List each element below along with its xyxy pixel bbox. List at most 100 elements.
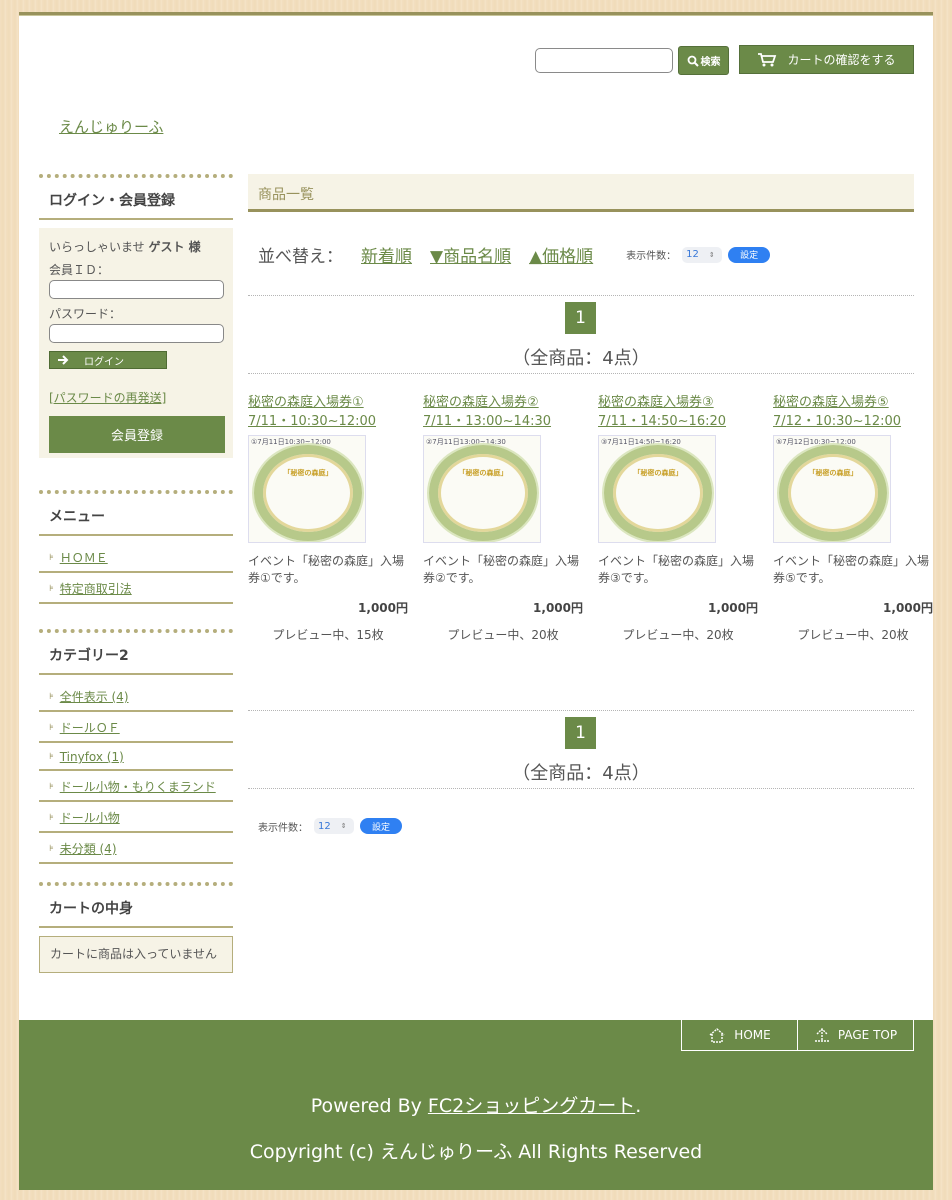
product-description: イベント「秘密の森庭」入場券①です。	[248, 554, 405, 585]
items-per-page-value: 12	[318, 820, 331, 832]
total-count: （全商品：4点）	[512, 348, 650, 369]
items-per-page-select[interactable]: 12 ⇕	[314, 818, 354, 834]
product-price: 1,000円	[883, 601, 933, 615]
footer-home-button[interactable]: HOME	[681, 1020, 798, 1051]
search-button[interactable]: 検索	[678, 46, 729, 75]
welcome-user: ゲスト 様	[148, 240, 201, 254]
items-per-page-control: 表示件数： 12 ⇕ 設定	[258, 818, 402, 834]
product-list-section: 商品一覧 並べ替え： 新着順 ▼商品名順 ▲価格順 表示件数： 12 ⇕ 設定 …	[248, 174, 933, 834]
site-title-link[interactable]: えんじゅりーふ	[59, 116, 163, 137]
product-title-link[interactable]: 秘密の森庭入場券③ 7/11・14:50~16:20	[598, 393, 758, 431]
items-per-page-value: 12	[686, 249, 699, 260]
category-item-tinyfox[interactable]: ⊧ Tinyfox (1)	[39, 743, 233, 771]
sort-bar: 並べ替え： 新着順 ▼商品名順 ▲価格順 表示件数： 12 ⇕ 設定	[258, 242, 771, 267]
product-card: 秘密の森庭入場券⑤ 7/12・10:30~12:00 ⑤7月12日10:30~1…	[773, 393, 933, 643]
welcome-prefix: いらっしゃいませ	[49, 240, 145, 254]
category-section: カテゴリー2 ⊧ 全件表示 (4) ⊧ ドールＯＦ ⊧ Tinyfox (1) ⊧ ドー…	[39, 629, 233, 864]
login-section: ログイン・会員登録 いらっしゃいませ ゲスト 様 会員ＩＤ： パスワード： ログ…	[39, 174, 233, 458]
product-description: イベント「秘密の森庭」入場券⑤です。	[773, 554, 930, 585]
top-border-line	[19, 15, 933, 16]
powered-by-text: Powered By FC2ショッピングカート.	[19, 1091, 933, 1118]
bullet-icon: ⊧	[49, 722, 54, 733]
divider	[248, 295, 914, 296]
cart-section: カートの中身 カートに商品は入っていません	[39, 882, 233, 973]
wreath-graphic	[429, 445, 537, 541]
home-icon	[709, 1028, 725, 1043]
login-heading: ログイン・会員登録	[39, 174, 233, 220]
image-text: 「秘密の森庭」	[273, 469, 343, 477]
product-card: 秘密の森庭入場券① 7/11・10:30~12:00 ①7月11日10:30~1…	[248, 393, 408, 643]
product-title-link[interactable]: 秘密の森庭入場券② 7/11・13:00~14:30	[423, 393, 583, 431]
fc2-cart-link[interactable]: FC2ショッピングカート	[428, 1095, 635, 1117]
arrow-up-icon	[814, 1028, 829, 1042]
member-id-field[interactable]	[49, 280, 224, 299]
items-per-page-label: 表示件数：	[626, 251, 677, 262]
wreath-graphic	[779, 445, 887, 541]
search-input[interactable]	[535, 48, 673, 73]
apply-count-button[interactable]: 設定	[360, 818, 402, 834]
category-item-doll-of[interactable]: ⊧ ドールＯＦ	[39, 712, 233, 743]
password-label: パスワード：	[49, 307, 122, 321]
category-item-all[interactable]: ⊧ 全件表示 (4)	[39, 681, 233, 712]
product-title-link[interactable]: 秘密の森庭入場券① 7/11・10:30~12:00	[248, 393, 408, 431]
sort-price-link[interactable]: ▲価格順	[529, 242, 593, 267]
view-cart-button[interactable]: カートの確認をする	[739, 45, 914, 74]
product-image[interactable]: ⑤7月12日10:30~12:00 「秘密の森庭」	[773, 435, 891, 543]
bullet-icon: ⊧	[49, 552, 54, 563]
select-arrows-icon: ⇕	[340, 822, 347, 830]
category-item-uncategorized[interactable]: ⊧ 未分類 (4)	[39, 833, 233, 864]
divider	[248, 788, 914, 789]
divider	[248, 373, 914, 374]
product-price: 1,000円	[358, 601, 408, 615]
page-number[interactable]: 1	[565, 717, 596, 749]
image-text: 「秘密の森庭」	[448, 469, 518, 477]
bullet-icon: ⊧	[49, 691, 54, 702]
image-title: 「秘密の森庭」	[633, 469, 683, 477]
items-per-page-select[interactable]: 12 ⇕	[682, 246, 723, 263]
menu-heading: メニュー	[39, 490, 233, 536]
footer: HOME PAGE TOP Powered By FC2ショッピングカート. C…	[19, 1020, 933, 1190]
product-card: 秘密の森庭入場券② 7/11・13:00~14:30 ②7月11日13:00~1…	[423, 393, 583, 643]
category-item-doll-goods[interactable]: ⊧ ドール小物	[39, 802, 233, 833]
bullet-icon: ⊧	[49, 843, 54, 854]
footer-home-label: HOME	[734, 1028, 771, 1042]
view-cart-label: カートの確認をする	[787, 53, 896, 67]
bullet-icon: ⊧	[49, 781, 54, 792]
arrow-right-icon	[58, 355, 69, 365]
sort-name-link[interactable]: ▼商品名順	[430, 242, 511, 267]
category-list: ⊧ 全件表示 (4) ⊧ ドールＯＦ ⊧ Tinyfox (1) ⊧ ドール小物・もりく…	[39, 681, 233, 864]
welcome-text: いらっしゃいませ ゲスト 様	[49, 238, 223, 255]
sort-newest-link[interactable]: 新着順	[361, 242, 412, 267]
product-description: イベント「秘密の森庭」入場券③です。	[598, 554, 755, 585]
image-title: 「秘密の森庭」	[458, 469, 508, 477]
menu-list: ⊧ ＨＯＭＥ ⊧ 特定商取引法	[39, 542, 233, 604]
category-item-label: ドールＯＦ	[59, 721, 120, 735]
menu-item-home[interactable]: ⊧ ＨＯＭＥ	[39, 542, 233, 573]
menu-item-label: ＨＯＭＥ	[59, 551, 108, 565]
product-image[interactable]: ①7月11日10:30~12:00 「秘密の森庭」	[248, 435, 366, 543]
member-id-label: 会員ＩＤ：	[49, 263, 110, 277]
image-text: 「秘密の森庭」	[798, 469, 868, 477]
footer-pagetop-button[interactable]: PAGE TOP	[797, 1020, 914, 1051]
login-button[interactable]: ログイン	[49, 351, 167, 369]
password-field[interactable]	[49, 324, 224, 343]
product-card: 秘密の森庭入場券③ 7/11・14:50~16:20 ③7月11日14:50~1…	[598, 393, 758, 643]
product-stock: プレビュー中、20枚	[622, 628, 734, 642]
product-list-heading: 商品一覧	[248, 174, 914, 212]
login-button-label: ログイン	[84, 356, 124, 368]
product-price: 1,000円	[533, 601, 583, 615]
category-heading: カテゴリー2	[39, 629, 233, 675]
product-image[interactable]: ③7月11日14:50~16:20 「秘密の森庭」	[598, 435, 716, 543]
category-item-label: 未分類 (4)	[59, 842, 117, 856]
product-title-link[interactable]: 秘密の森庭入場券⑤ 7/12・10:30~12:00	[773, 393, 933, 431]
page-container: 検索 カートの確認をする えんじゅりーふ ログイン・会員登録 いらっしゃいませ …	[19, 12, 933, 1020]
powered-prefix: Powered By	[310, 1095, 422, 1117]
category-item-morikuma[interactable]: ⊧ ドール小物・もりくまランド	[39, 771, 233, 802]
apply-count-button[interactable]: 設定	[728, 246, 771, 263]
product-image[interactable]: ②7月11日13:00~14:30 「秘密の森庭」	[423, 435, 541, 543]
password-resend-link[interactable]: [パスワードの再発送]	[49, 389, 223, 406]
menu-item-tokushoho[interactable]: ⊧ 特定商取引法	[39, 573, 233, 604]
wreath-graphic	[604, 445, 712, 541]
page-number[interactable]: 1	[565, 302, 596, 334]
register-button[interactable]: 会員登録	[49, 416, 225, 453]
